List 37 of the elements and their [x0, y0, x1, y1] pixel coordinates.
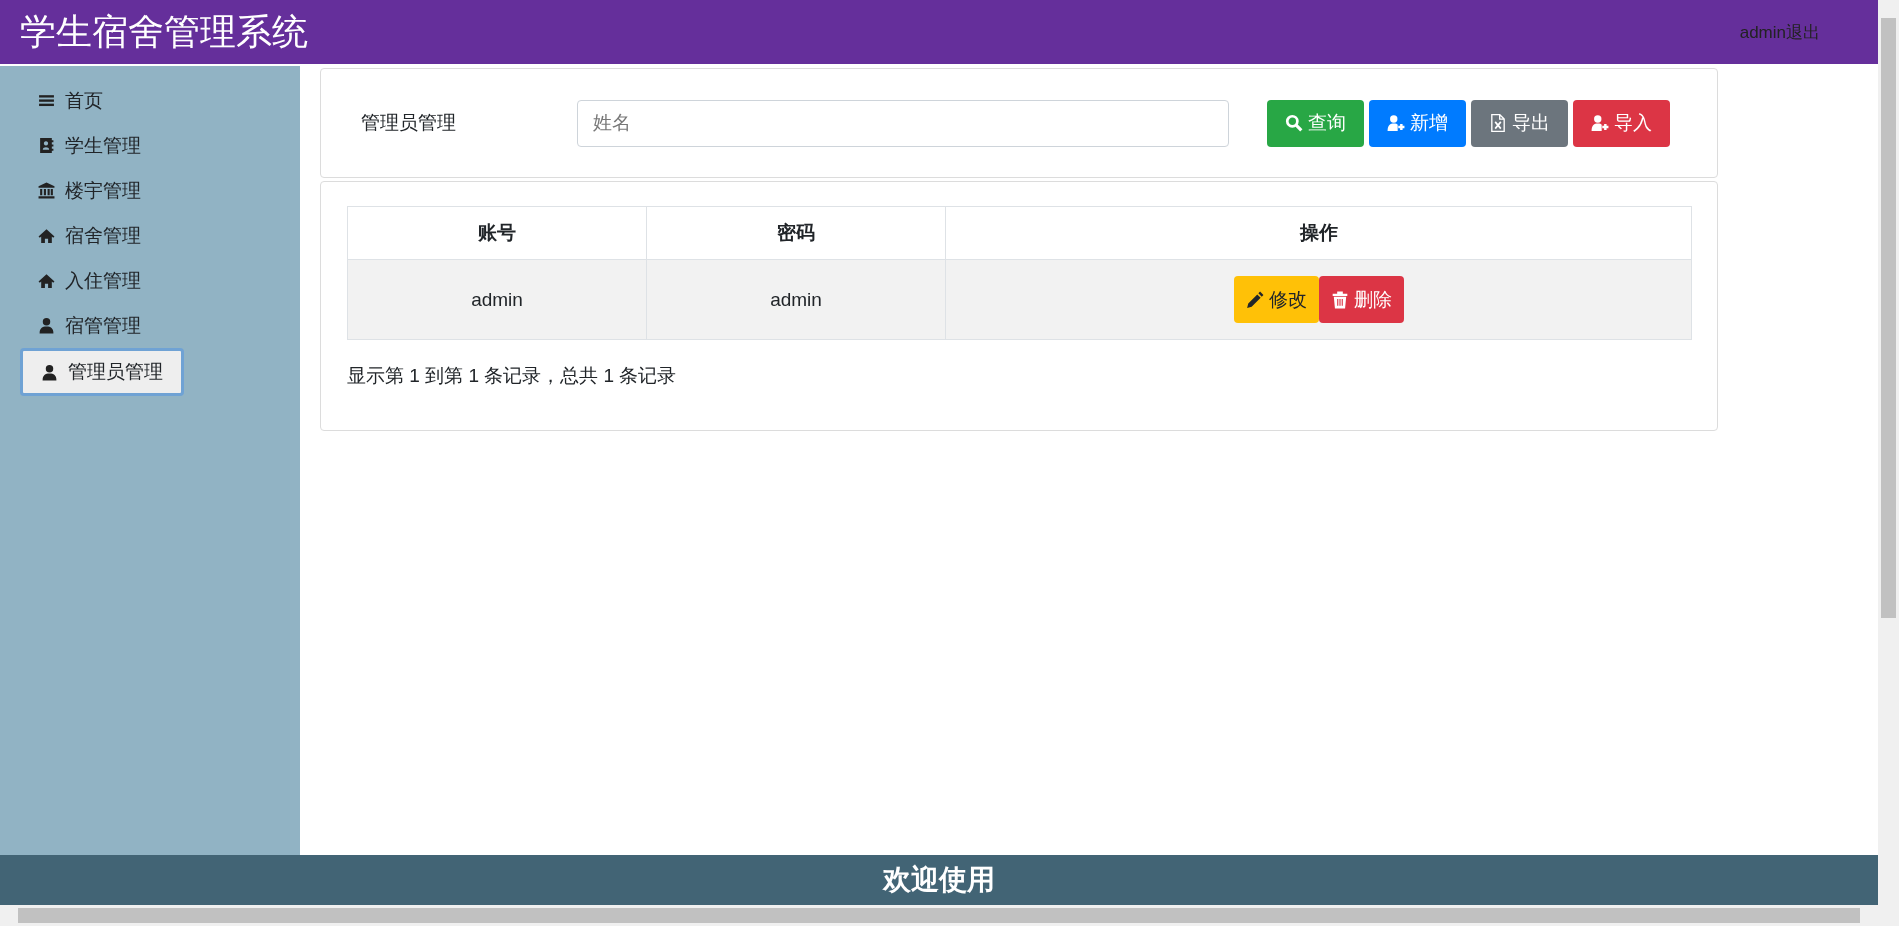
import-button[interactable]: 导入: [1573, 99, 1670, 147]
record-count-text: 显示第 1 到第 1 条记录，总共 1 条记录: [347, 364, 678, 388]
edit-button[interactable]: 修改: [1233, 276, 1319, 323]
bank-icon: [38, 182, 55, 199]
horizontal-scrollbar[interactable]: [0, 905, 1878, 926]
sidebar-item[interactable]: 首页: [20, 78, 121, 123]
column-header: 密码: [646, 206, 946, 260]
export-button[interactable]: 导出: [1471, 99, 1568, 147]
sidebar-item[interactable]: 宿舍管理: [20, 213, 159, 258]
user-icon: [38, 317, 55, 334]
home-icon: [38, 227, 55, 244]
menu-icon: [38, 92, 55, 109]
app-title: 学生宿舍管理系统: [20, 9, 308, 54]
column-header: 账号: [347, 206, 647, 260]
sidebar-item[interactable]: 楼宇管理: [20, 168, 159, 213]
sidebar-item[interactable]: 入住管理: [20, 258, 159, 303]
table-cell: admin: [347, 259, 647, 340]
vertical-scrollbar[interactable]: [1878, 0, 1899, 926]
name-search-field[interactable]: 姓名: [577, 99, 1229, 147]
section-label: 管理员管理: [361, 111, 457, 135]
footer-text: 欢迎使用: [883, 863, 995, 897]
contact-book-icon: [38, 137, 55, 154]
file-icon: [1489, 114, 1507, 132]
table-cell: admin: [646, 259, 946, 340]
column-header: 操作: [945, 206, 1692, 260]
sidebar-item[interactable]: 管理员管理: [20, 348, 184, 396]
sidebar-item[interactable]: 宿管管理: [20, 303, 159, 348]
add-user-icon: [1591, 114, 1609, 132]
delete-button[interactable]: 删除: [1318, 276, 1404, 323]
user-icon: [41, 363, 58, 381]
add-user-icon: [1387, 114, 1405, 132]
sidebar-item[interactable]: 学生管理: [20, 123, 159, 168]
add-button[interactable]: 新增: [1369, 99, 1466, 147]
home-icon: [38, 272, 55, 289]
trash-icon: [1330, 290, 1349, 309]
pencil-icon: [1245, 290, 1264, 309]
search-icon: [1285, 114, 1303, 132]
